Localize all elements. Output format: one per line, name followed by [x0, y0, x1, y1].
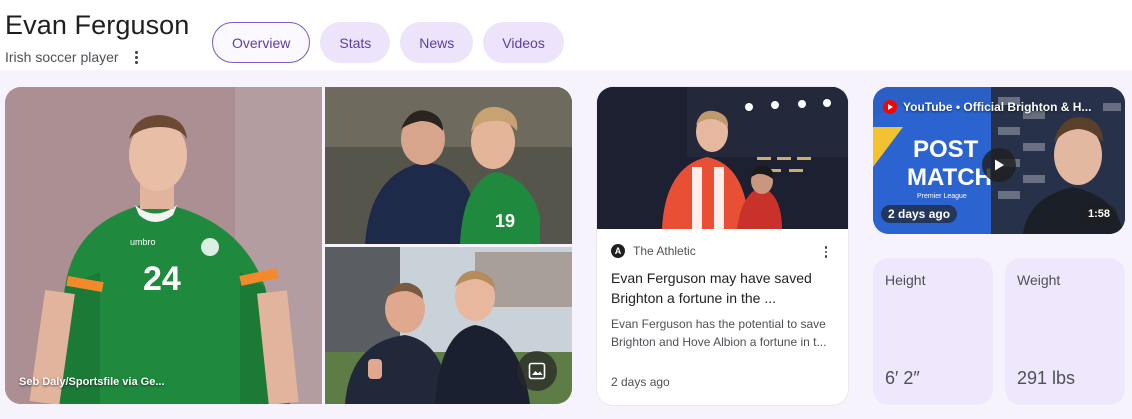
play-button[interactable] [982, 148, 1016, 182]
news-card[interactable]: A The Athletic Evan Ferguson may have sa… [597, 87, 848, 405]
shirt-number-2: 19 [495, 211, 515, 231]
entity-title: Evan Ferguson [5, 10, 190, 40]
tab-overview[interactable]: Overview [212, 22, 311, 63]
tab-stats[interactable]: Stats [320, 22, 391, 63]
stat-label-weight: Weight [1017, 272, 1061, 288]
stat-value-weight: 291 lbs [1017, 368, 1076, 388]
player-photo-illustration: umbro 24 [5, 87, 322, 404]
video-channel-name: YouTube • Official Brighton & H... [903, 100, 1092, 114]
stat-card-height[interactable]: Height 6′ 2″ [873, 258, 993, 405]
stat-value-height: 6′ 2″ [885, 368, 920, 388]
news-source: A The Athletic [611, 244, 696, 258]
entity-subtitle: Irish soccer player [5, 49, 143, 65]
news-photo-illustration [597, 87, 848, 229]
thumb-text-post: POST [913, 136, 979, 163]
shirt-number: 24 [143, 260, 181, 298]
news-snippet: Evan Ferguson has the potential to save … [611, 317, 827, 349]
svg-text:umbro: umbro [130, 237, 156, 247]
image-gallery-icon [528, 362, 546, 380]
tab-videos[interactable]: Videos [483, 22, 564, 63]
image-credit-caption: Seb Daly/Sportsfile via Ge... [19, 376, 165, 388]
tab-news[interactable]: News [400, 22, 474, 63]
more-options-icon[interactable] [131, 49, 143, 65]
entity-tabs: Overview Stats News Videos [212, 22, 564, 63]
news-timestamp: 2 days ago [611, 375, 670, 389]
stat-card-weight[interactable]: Weight 291 lbs [1005, 258, 1125, 405]
video-channel: YouTube • Official Brighton & H... [883, 99, 1091, 115]
youtube-icon [883, 100, 897, 114]
player-image-coach[interactable]: 19 [325, 87, 572, 244]
entity-description: Irish soccer player [5, 49, 119, 65]
video-card[interactable]: POST MATCH Premier League YouTube • Offi… [873, 87, 1125, 234]
news-more-options-icon[interactable] [823, 245, 829, 259]
image-gallery-button[interactable] [517, 351, 557, 391]
thumb-text-league: Premier League [917, 193, 967, 200]
player-main-image[interactable]: umbro 24 [5, 87, 322, 404]
coach-photo-illustration: 19 [325, 87, 572, 244]
play-icon [995, 159, 1004, 171]
stat-label-height: Height [885, 272, 926, 288]
video-age: 2 days ago [881, 205, 958, 223]
news-title[interactable]: Evan Ferguson may have saved Brighton a … [611, 268, 837, 308]
news-image [597, 87, 848, 229]
thumb-text-match: MATCH [907, 164, 992, 191]
news-source-name: The Athletic [633, 244, 696, 258]
the-athletic-logo-icon: A [611, 244, 625, 258]
video-duration: 1:58 [1080, 205, 1117, 223]
